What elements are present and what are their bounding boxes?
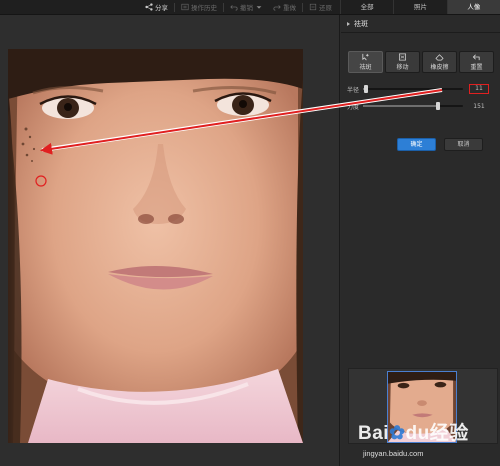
eraser-tool-button[interactable]: 橡皮擦 [422,51,457,73]
restore-icon [309,3,317,11]
strength-slider-fill [363,105,438,107]
tool-label: 祛斑 [359,64,372,71]
radius-slider-thumb[interactable] [364,85,368,93]
history-button[interactable]: 操作历史 [177,1,221,14]
paw-logo-icon: ✿ [389,423,406,444]
watermark-brand: Bai✿du经验 [358,418,469,445]
radius-value[interactable]: 11 [469,84,489,94]
tool-label: 橡皮擦 [430,64,449,71]
category-tabs: 全部 照片 人像 [340,0,500,15]
strength-slider-row: 力度 151 [347,101,497,111]
action-buttons: 确定 取消 [397,138,483,151]
undo-button[interactable]: 撤销 [226,1,267,14]
watermark-brand-middle: du [405,423,430,444]
tool-label: 移动 [396,64,409,71]
watermark-brand-prefix: Bai [358,423,390,444]
portrait-image [8,49,303,443]
tool-label: 重置 [470,64,483,71]
tab-all[interactable]: 全部 [340,0,393,14]
brush-cursor-icon [362,53,369,61]
strength-value[interactable]: 151 [469,103,489,110]
reset-button[interactable]: 重置 [459,51,494,73]
undo-icon [230,5,238,11]
tab-portrait[interactable]: 人像 [446,0,500,14]
radius-label: 半径 [347,86,360,94]
toolbar-divider [223,2,224,12]
undo-label: 撤销 [240,4,253,12]
reset-icon [472,54,480,61]
redo-label: 重做 [283,4,296,12]
redo-icon [273,5,281,11]
share-button[interactable]: 分享 [141,1,172,14]
portrait-photo[interactable] [8,49,303,443]
tab-photo[interactable]: 照片 [393,0,446,14]
top-toolbar: 分享 操作历史 撤销 重做 还原 [0,0,340,15]
strength-slider[interactable] [363,102,463,110]
collapse-caret-icon[interactable] [347,21,350,26]
toolbar-divider [174,2,175,12]
strength-slider-thumb[interactable] [436,102,440,110]
chevron-down-icon[interactable] [255,3,263,11]
adjustment-panel: 祛斑 祛斑 移动 橡皮擦 重置 半径 11 力度 151 确定 取消 [341,15,500,466]
radius-slider[interactable] [363,85,463,93]
watermark-url: jingyan.baidu.com [363,449,424,458]
confirm-button[interactable]: 确定 [397,138,436,151]
redo-button[interactable]: 重做 [269,1,300,14]
panel-title: 祛斑 [354,19,368,28]
spot-removal-tool-button[interactable]: 祛斑 [348,51,383,73]
strength-label: 力度 [347,103,360,111]
baidu-jingyan-watermark: Bai✿du经验 jingyan.baidu.com [354,418,500,466]
toolbar-divider [302,2,303,12]
restore-label: 还原 [319,4,332,12]
editing-canvas[interactable] [0,15,340,466]
move-icon [399,53,406,61]
cancel-button[interactable]: 取消 [444,138,483,151]
move-tool-button[interactable]: 移动 [385,51,420,73]
share-icon [145,3,153,11]
restore-button[interactable]: 还原 [305,1,336,14]
history-icon [181,3,189,11]
share-label: 分享 [155,4,168,12]
watermark-brand-suffix: 经验 [429,423,469,444]
history-label: 操作历史 [191,4,217,12]
panel-header[interactable]: 祛斑 [341,15,500,33]
eraser-icon [435,54,444,61]
tool-group: 祛斑 移动 橡皮擦 重置 [348,51,494,73]
radius-slider-row: 半径 11 [347,84,497,94]
